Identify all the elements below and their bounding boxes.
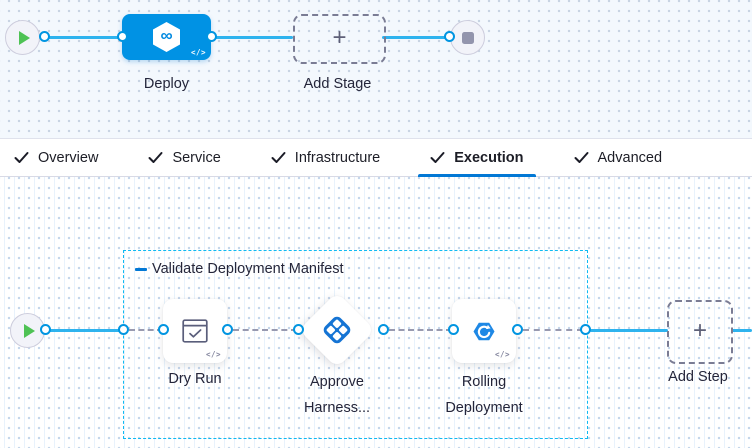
connector-dash <box>523 329 583 331</box>
tab-label: Advanced <box>598 150 663 166</box>
tab-label: Execution <box>454 150 523 166</box>
connector-port <box>206 31 217 42</box>
connector-dash <box>233 329 297 331</box>
play-icon <box>19 31 30 45</box>
pipeline-studio: ∞ </> + Deploy Add Stage Overview Servic… <box>0 0 752 448</box>
tab-label: Service <box>172 150 220 166</box>
connector-port <box>580 324 591 335</box>
stage-canvas: ∞ </> + Deploy Add Stage <box>0 0 752 139</box>
dry-run-icon <box>182 319 208 343</box>
infinity-glyph: ∞ <box>160 26 172 46</box>
connector-dash <box>389 329 452 331</box>
connector-port <box>39 31 50 42</box>
code-view-icon[interactable]: </> <box>191 48 206 57</box>
connector-line <box>45 36 125 39</box>
check-icon <box>574 151 589 164</box>
add-step-button[interactable]: + <box>667 300 733 364</box>
play-icon <box>24 324 35 338</box>
execution-canvas: Validate Deployment Manifest </> <box>0 177 752 448</box>
connector-port <box>444 31 455 42</box>
connector-port <box>117 31 128 42</box>
tab-service[interactable]: Service <box>136 139 232 176</box>
stage-label: Deploy <box>122 76 211 92</box>
plus-icon: + <box>693 319 707 343</box>
rolling-deployment-icon <box>472 320 496 343</box>
stage-node-deploy[interactable]: ∞ </> <box>122 14 211 60</box>
tab-label: Infrastructure <box>295 150 380 166</box>
connector-port <box>293 324 304 335</box>
step-rolling-deployment[interactable]: </> <box>452 299 516 363</box>
tab-infrastructure[interactable]: Infrastructure <box>259 139 392 176</box>
connector-port <box>222 324 233 335</box>
tab-execution[interactable]: Execution <box>418 139 535 176</box>
tab-advanced[interactable]: Advanced <box>562 139 675 176</box>
check-icon <box>271 151 286 164</box>
collapse-icon[interactable] <box>135 268 147 271</box>
step-group-header[interactable]: Validate Deployment Manifest <box>135 261 344 277</box>
plus-icon: + <box>332 26 346 50</box>
connector-port <box>40 324 51 335</box>
connector-line <box>46 329 124 332</box>
step-group-label: Validate Deployment Manifest <box>152 261 344 277</box>
connector-port <box>158 324 169 335</box>
step-dry-run[interactable]: </> <box>163 299 227 363</box>
harness-approval-icon <box>321 314 353 346</box>
step-label-approve: Approve Harness... <box>287 369 387 421</box>
code-view-icon[interactable]: </> <box>495 350 510 359</box>
step-label-rolling-deployment: Rolling Deployment <box>432 369 536 421</box>
tab-label: Overview <box>38 150 98 166</box>
pipeline-start-node <box>5 20 40 55</box>
stop-icon <box>462 32 474 44</box>
harness-pipeline-icon: ∞ <box>153 22 180 52</box>
connector-port <box>448 324 459 335</box>
connector-port <box>378 324 389 335</box>
add-stage-label: Add Stage <box>293 76 382 92</box>
check-icon <box>148 151 163 164</box>
step-label-dry-run: Dry Run <box>131 371 259 387</box>
tab-overview[interactable]: Overview <box>2 139 110 176</box>
code-view-icon[interactable]: </> <box>206 350 221 359</box>
pipeline-end-node <box>450 20 485 55</box>
connector-line <box>590 329 668 332</box>
stage-config-tabs: Overview Service Infrastructure Executio… <box>0 139 752 177</box>
check-icon <box>14 151 29 164</box>
add-step-label: Add Step <box>647 369 749 385</box>
connector-port <box>118 324 129 335</box>
connector-line <box>212 36 293 39</box>
connector-port <box>512 324 523 335</box>
add-stage-button[interactable]: + <box>293 14 386 64</box>
check-icon <box>430 151 445 164</box>
connector-line <box>382 36 449 39</box>
connector-line <box>731 329 752 332</box>
